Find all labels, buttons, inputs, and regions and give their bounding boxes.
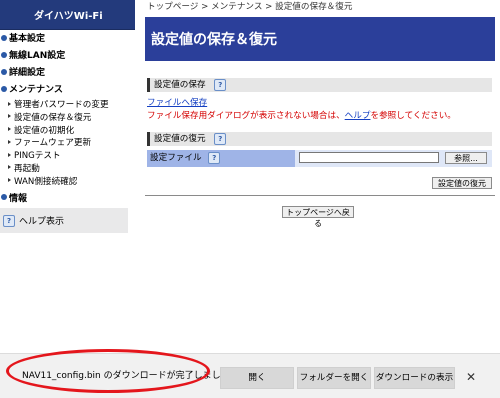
- restore-section-label: 設定値の復元: [154, 134, 206, 144]
- sidebar-subitem-admin-password[interactable]: 管理者パスワードの変更: [0, 99, 128, 112]
- brand-logo: ダイハツWi-Fi: [0, 0, 135, 30]
- arrow-right-icon: [8, 139, 11, 144]
- setting-file-row: 設定ファイル ? 参照...: [147, 150, 492, 167]
- sidebar-item-basic-settings[interactable]: 基本設定: [0, 31, 128, 48]
- arrow-right-icon: [8, 178, 11, 183]
- page-title: 設定値の保存＆復元: [145, 17, 495, 61]
- arrow-right-icon: [8, 127, 11, 132]
- divider: [145, 195, 495, 196]
- restore-section-header: 設定値の復元 ?: [147, 132, 492, 146]
- sidebar-subitem-reboot[interactable]: 再起動: [0, 163, 128, 176]
- sidebar-item-wireless-lan[interactable]: 無線LAN設定: [0, 48, 128, 65]
- help-icon[interactable]: ?: [208, 152, 221, 164]
- arrow-right-icon: [8, 114, 11, 119]
- sidebar-subitem-label: 管理者パスワードの変更: [14, 100, 109, 110]
- breadcrumb: トップページ > メンテナンス > 設定値の保存＆復元: [147, 2, 353, 12]
- sidebar-item-label: メンテナンス: [9, 85, 63, 95]
- sidebar-subitem-label: ファームウェア更新: [14, 138, 92, 149]
- sidebar-item-advanced-settings[interactable]: 詳細設定: [0, 65, 128, 82]
- sidebar-subitem-label: 設定値の初期化: [14, 125, 75, 136]
- sidebar-subitem-label: WAN側接続確認: [14, 176, 78, 187]
- help-link[interactable]: ヘルプ: [345, 111, 371, 121]
- arrow-right-icon: [8, 152, 11, 157]
- back-to-top-button[interactable]: トップページへ戻る: [282, 206, 354, 228]
- bullet-icon: [1, 51, 7, 58]
- sidebar-subitem-label: PINGテスト: [14, 151, 61, 162]
- error-text: ファイル保存用ダイアログが表示されない場合は、: [147, 111, 345, 121]
- help-icon[interactable]: ?: [214, 133, 227, 145]
- sidebar-subitem-factory-reset[interactable]: 設定値の初期化: [0, 125, 128, 138]
- sidebar-subitem-firmware-update[interactable]: ファームウェア更新: [0, 137, 128, 150]
- bullet-icon: [1, 194, 7, 201]
- browse-button[interactable]: 参照...: [445, 152, 487, 164]
- bullet-icon: [1, 68, 7, 75]
- close-icon[interactable]: ✕: [461, 367, 481, 389]
- sidebar-item-label: 無線LAN設定: [9, 51, 66, 61]
- setting-file-label-text: 設定ファイル: [150, 153, 202, 163]
- file-path-input[interactable]: [299, 152, 439, 163]
- setting-file-label: 設定ファイル ?: [147, 150, 295, 167]
- main-content: トップページ > メンテナンス > 設定値の保存＆復元 設定値の保存＆復元 設定…: [145, 0, 500, 240]
- sidebar-item-label: 情報: [9, 193, 28, 204]
- highlight-oval: [6, 349, 210, 393]
- arrow-right-icon: [8, 165, 11, 170]
- sidebar-subitem-wan-check[interactable]: WAN側接続確認: [0, 176, 128, 189]
- setting-file-value: 参照...: [295, 150, 492, 167]
- view-downloads-button[interactable]: ダウンロードの表示: [374, 367, 455, 389]
- sidebar-item-label: 基本設定: [9, 34, 46, 44]
- sidebar-subitem-ping-test[interactable]: PINGテスト: [0, 150, 128, 163]
- help-icon: ?: [3, 214, 15, 227]
- help-label: ヘルプ表示: [19, 217, 65, 227]
- sidebar-item-info[interactable]: 情報: [0, 191, 128, 208]
- sidebar-item-maintenance[interactable]: メンテナンス: [0, 82, 128, 99]
- bullet-icon: [1, 34, 7, 41]
- sidebar-subitem-save-restore[interactable]: 設定値の保存＆復元: [0, 112, 128, 125]
- arrow-right-icon: [8, 101, 11, 106]
- open-folder-button[interactable]: フォルダーを開く: [297, 367, 371, 389]
- error-text: を参照してください。: [370, 111, 456, 121]
- sidebar-subitem-label: 再起動: [14, 163, 40, 174]
- save-section-header: 設定値の保存 ?: [147, 78, 492, 92]
- sidebar-item-label: 詳細設定: [9, 68, 46, 78]
- open-button[interactable]: 開く: [220, 367, 294, 389]
- save-to-file-link-text[interactable]: ファイルへ保存: [147, 98, 207, 108]
- sidebar-nav: 基本設定 無線LAN設定 詳細設定 メンテナンス 管理者パスワードの変更 設定値…: [0, 31, 128, 208]
- save-error-message: ファイル保存用ダイアログが表示されない場合は、ヘルプを参照してください。: [147, 109, 456, 121]
- restore-button[interactable]: 設定値の復元: [432, 177, 492, 189]
- sidebar-subitem-label: 設定値の保存＆復元: [14, 112, 92, 123]
- bullet-icon: [1, 85, 7, 92]
- help-toggle[interactable]: ? ヘルプ表示: [0, 208, 128, 233]
- save-section-label: 設定値の保存: [154, 80, 206, 90]
- sidebar: ダイハツWi-Fi 基本設定 無線LAN設定 詳細設定 メンテナンス 管理者パス…: [0, 0, 135, 236]
- help-icon[interactable]: ?: [214, 79, 227, 91]
- save-to-file-link[interactable]: ファイルへ保存: [147, 96, 207, 108]
